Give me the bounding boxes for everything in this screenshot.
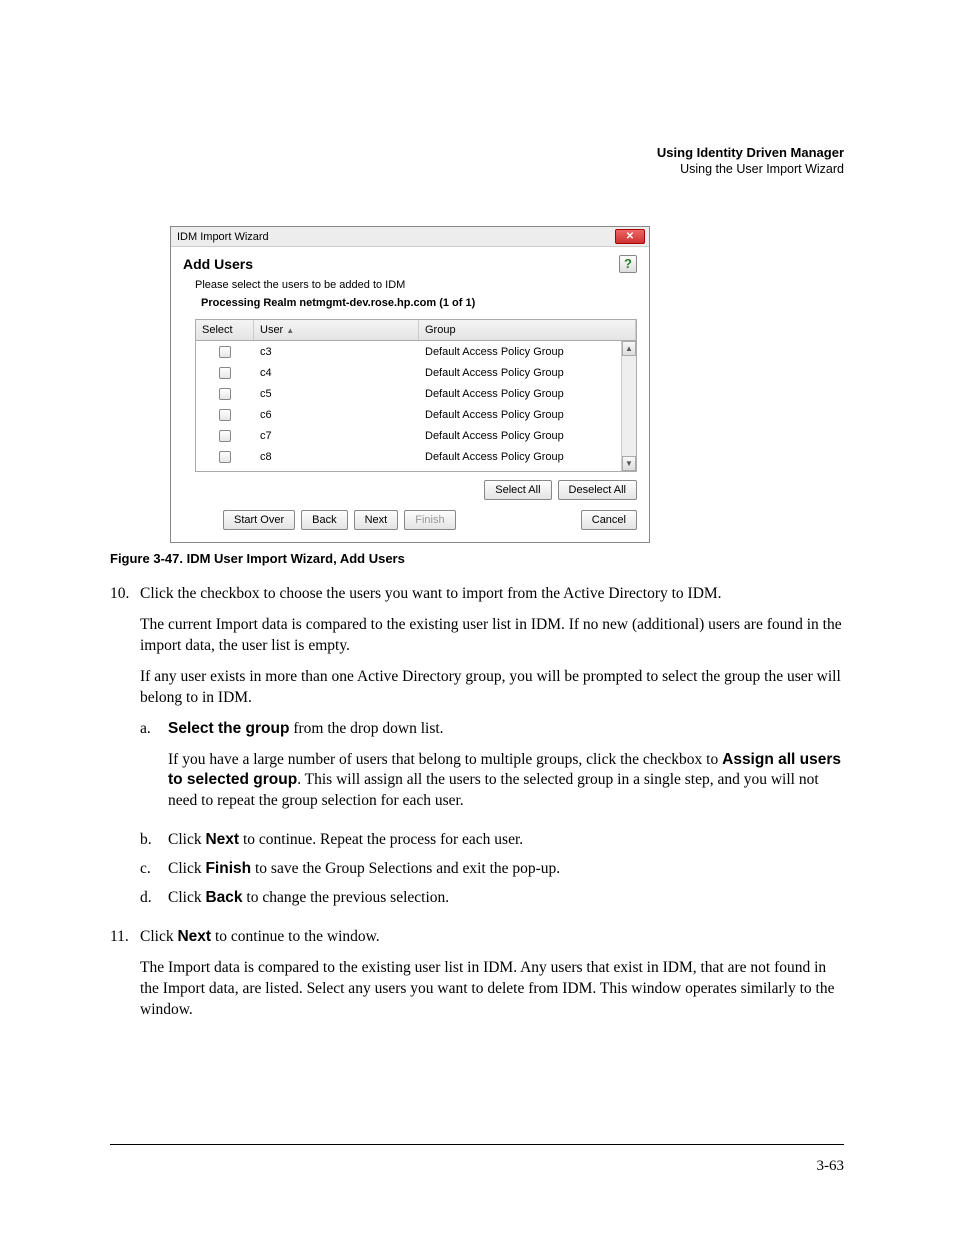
header-subtitle: Using the User Import Wizard [110, 162, 844, 176]
dialog-title: IDM Import Wizard [177, 231, 269, 243]
table-scrollbar[interactable]: ▲ ▼ [621, 341, 636, 471]
idm-import-wizard-dialog: IDM Import Wizard ✕ Add Users ? Please s… [170, 226, 650, 543]
cell-user: c5 [254, 388, 419, 400]
page-header: Using Identity Driven Manager Using the … [110, 145, 844, 176]
cancel-button[interactable]: Cancel [581, 510, 637, 530]
dialog-heading: Add Users [183, 256, 253, 272]
dialog-instruction: Please select the users to be added to I… [195, 279, 637, 291]
footer-rule [110, 1144, 844, 1145]
col-select[interactable]: Select [196, 320, 254, 340]
cell-group: Default Access Policy Group [419, 451, 636, 463]
sort-asc-icon: ▲ [286, 326, 294, 335]
row-checkbox[interactable] [219, 388, 231, 400]
table-row: c3 Default Access Policy Group [196, 341, 636, 362]
col-user[interactable]: User ▲ [254, 320, 419, 340]
cell-group: Default Access Policy Group [419, 388, 636, 400]
table-row [196, 467, 636, 471]
body-text: 10. Click the checkbox to choose the use… [110, 584, 844, 1031]
figure-caption: Figure 3-47. IDM User Import Wizard, Add… [110, 551, 844, 566]
start-over-button[interactable]: Start Over [223, 510, 295, 530]
table-row: c8 Default Access Policy Group [196, 446, 636, 467]
select-all-button[interactable]: Select All [484, 480, 551, 500]
cell-group: Default Access Policy Group [419, 430, 636, 442]
cell-group: Default Access Policy Group [419, 367, 636, 379]
realm-line: Processing Realm netmgmt-dev.rose.hp.com… [201, 297, 637, 309]
close-icon[interactable]: ✕ [615, 229, 645, 244]
row-checkbox[interactable] [219, 409, 231, 421]
cell-user: c8 [254, 451, 419, 463]
users-table: Select User ▲ Group c3 Default Access Po… [195, 319, 637, 472]
row-checkbox[interactable] [219, 430, 231, 442]
substep-letter: d. [140, 888, 168, 909]
help-icon[interactable]: ? [619, 255, 637, 273]
dialog-titlebar: IDM Import Wizard ✕ [171, 227, 649, 246]
row-checkbox[interactable] [219, 367, 231, 379]
cell-group: Default Access Policy Group [419, 409, 636, 421]
substep-letter: b. [140, 830, 168, 851]
table-row: c4 Default Access Policy Group [196, 362, 636, 383]
row-checkbox[interactable] [219, 451, 231, 463]
table-body: c3 Default Access Policy Group c4 Defaul… [196, 341, 636, 471]
row-checkbox[interactable] [219, 346, 231, 358]
cell-user: c6 [254, 409, 419, 421]
step-number: 11. [110, 927, 140, 1031]
scroll-down-icon[interactable]: ▼ [622, 456, 636, 471]
deselect-all-button[interactable]: Deselect All [558, 480, 637, 500]
finish-button[interactable]: Finish [404, 510, 455, 530]
cell-user: c7 [254, 430, 419, 442]
back-button[interactable]: Back [301, 510, 347, 530]
table-row: c6 Default Access Policy Group [196, 404, 636, 425]
cell-user: c3 [254, 346, 419, 358]
col-group[interactable]: Group [419, 320, 636, 340]
substep-letter: a. [140, 719, 168, 823]
table-row: c5 Default Access Policy Group [196, 383, 636, 404]
table-row: c7 Default Access Policy Group [196, 425, 636, 446]
page-number: 3-63 [817, 1158, 845, 1175]
step-number: 10. [110, 584, 140, 917]
substep-letter: c. [140, 859, 168, 880]
next-button[interactable]: Next [354, 510, 399, 530]
scroll-up-icon[interactable]: ▲ [622, 341, 636, 356]
header-title: Using Identity Driven Manager [110, 145, 844, 160]
cell-user: c4 [254, 367, 419, 379]
cell-group: Default Access Policy Group [419, 346, 636, 358]
